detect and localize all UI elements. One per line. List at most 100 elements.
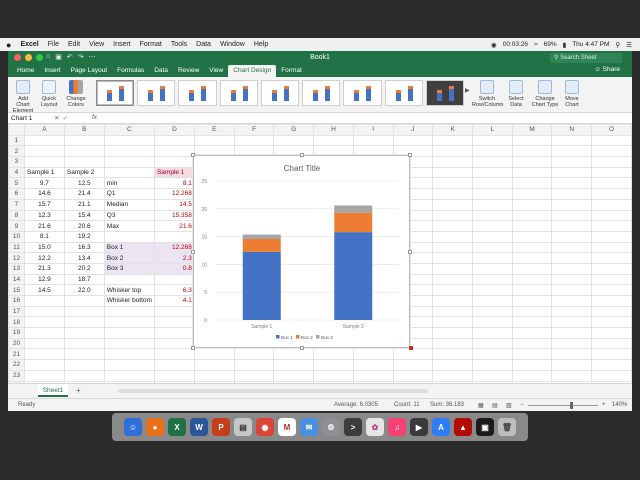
- resize-handle-n[interactable]: [300, 153, 304, 157]
- cell[interactable]: Max: [103, 220, 155, 232]
- cell[interactable]: [551, 359, 593, 371]
- cell[interactable]: [23, 369, 65, 382]
- cell[interactable]: [591, 145, 632, 158]
- cell[interactable]: [591, 209, 632, 222]
- cell[interactable]: [153, 305, 195, 318]
- row-header[interactable]: 5: [8, 177, 25, 190]
- tab-format[interactable]: Format: [276, 65, 307, 77]
- row-header[interactable]: 23: [8, 369, 25, 382]
- finder-icon[interactable]: ☺: [124, 418, 142, 436]
- chrome-icon[interactable]: ◉: [256, 418, 274, 436]
- row-header[interactable]: 7: [8, 198, 25, 211]
- screenshot-icon[interactable]: ▣: [476, 418, 494, 436]
- cell[interactable]: [23, 337, 65, 350]
- powerpoint-icon[interactable]: P: [212, 418, 230, 436]
- cell[interactable]: [591, 220, 632, 232]
- cell[interactable]: [432, 230, 473, 243]
- cell[interactable]: Q3: [103, 209, 155, 222]
- menu-excel[interactable]: Excel: [20, 41, 38, 48]
- cell[interactable]: [551, 166, 593, 179]
- cell[interactable]: [103, 348, 155, 361]
- zoom-in-icon[interactable]: +: [602, 402, 606, 408]
- cell[interactable]: [432, 262, 473, 275]
- cell[interactable]: [23, 295, 65, 307]
- chart-legend[interactable]: Box 1 Box 2 Box 3: [276, 335, 333, 340]
- cell[interactable]: [511, 359, 553, 371]
- page-layout-view-icon[interactable]: ▤: [492, 402, 498, 409]
- cell[interactable]: [63, 348, 105, 361]
- cell[interactable]: [471, 209, 513, 222]
- cell[interactable]: [432, 145, 473, 158]
- resize-handle-sw[interactable]: [191, 346, 195, 350]
- cell[interactable]: [233, 369, 275, 382]
- column-header-o[interactable]: O: [591, 124, 632, 136]
- cell[interactable]: [511, 145, 553, 158]
- chart-style-6[interactable]: [302, 80, 341, 106]
- cell[interactable]: [591, 359, 632, 371]
- cell[interactable]: [63, 337, 105, 350]
- cell[interactable]: min: [103, 177, 155, 190]
- cell[interactable]: [511, 305, 553, 318]
- cell[interactable]: [591, 369, 632, 382]
- search-sheet-input[interactable]: ⚲ Search Sheet: [550, 53, 622, 63]
- cell[interactable]: [551, 220, 593, 232]
- chart-style-3[interactable]: [178, 80, 217, 106]
- cell[interactable]: 20.6: [63, 220, 105, 232]
- row-header[interactable]: 15: [8, 284, 25, 296]
- cell[interactable]: [551, 252, 593, 264]
- cell[interactable]: [471, 252, 513, 264]
- zoom-out-icon[interactable]: −: [520, 402, 524, 408]
- cell[interactable]: [23, 145, 65, 158]
- cell[interactable]: [511, 156, 553, 168]
- cell[interactable]: [471, 156, 513, 168]
- cell[interactable]: [392, 369, 434, 382]
- cell[interactable]: [352, 348, 394, 361]
- chart-style-5[interactable]: [260, 80, 300, 106]
- select-all-corner[interactable]: [8, 124, 25, 136]
- cell[interactable]: [511, 252, 553, 264]
- cell[interactable]: [63, 134, 105, 147]
- bar-box-1-sample-1[interactable]: [242, 251, 281, 320]
- cell[interactable]: 12.2: [23, 252, 65, 264]
- cell[interactable]: Whisker top: [103, 284, 155, 296]
- acrobat-icon[interactable]: ▲: [454, 418, 472, 436]
- row-header[interactable]: 10: [8, 230, 25, 243]
- firefox-icon[interactable]: ●: [146, 418, 164, 436]
- cell[interactable]: [103, 156, 155, 168]
- change-colors-button[interactable]: Change Colors: [64, 80, 88, 108]
- bar-box-2-sample-1[interactable]: [242, 239, 281, 252]
- cell[interactable]: 12.9: [23, 273, 65, 286]
- cell[interactable]: 12.5: [63, 177, 105, 190]
- cell[interactable]: [511, 262, 553, 275]
- tab-review[interactable]: Review: [173, 65, 204, 77]
- cell[interactable]: [352, 134, 394, 147]
- cell[interactable]: [193, 369, 235, 382]
- cell[interactable]: [103, 337, 155, 350]
- cell[interactable]: [471, 166, 513, 179]
- apple-menu-icon[interactable]: ●: [6, 40, 11, 50]
- column-header-m[interactable]: M: [511, 124, 553, 136]
- row-header[interactable]: 22: [8, 359, 25, 371]
- cell[interactable]: [511, 188, 553, 200]
- cell[interactable]: [551, 188, 593, 200]
- cell[interactable]: [511, 134, 553, 147]
- row-header[interactable]: 6: [8, 188, 25, 200]
- trash-icon[interactable]: 🗑: [498, 418, 516, 436]
- cell[interactable]: 16.3: [63, 241, 105, 254]
- resize-handle-s[interactable]: [300, 346, 304, 350]
- row-header[interactable]: 2: [8, 145, 25, 158]
- row-header[interactable]: 20: [8, 337, 25, 350]
- row-header[interactable]: 3: [8, 156, 25, 168]
- cell[interactable]: [273, 359, 315, 371]
- row-header[interactable]: 14: [8, 273, 25, 286]
- move-chart-button[interactable]: Move Chart: [560, 80, 584, 108]
- photos-icon[interactable]: ✿: [366, 418, 384, 436]
- tab-chart-design[interactable]: Chart Design: [228, 65, 277, 77]
- sheet-tab-sheet1[interactable]: Sheet1: [38, 384, 68, 397]
- cell[interactable]: [551, 209, 593, 222]
- cell[interactable]: [471, 262, 513, 275]
- cell[interactable]: [471, 369, 513, 382]
- cell[interactable]: Box 2: [103, 252, 155, 264]
- tab-formulas[interactable]: Formulas: [112, 65, 149, 77]
- cell[interactable]: [511, 316, 553, 329]
